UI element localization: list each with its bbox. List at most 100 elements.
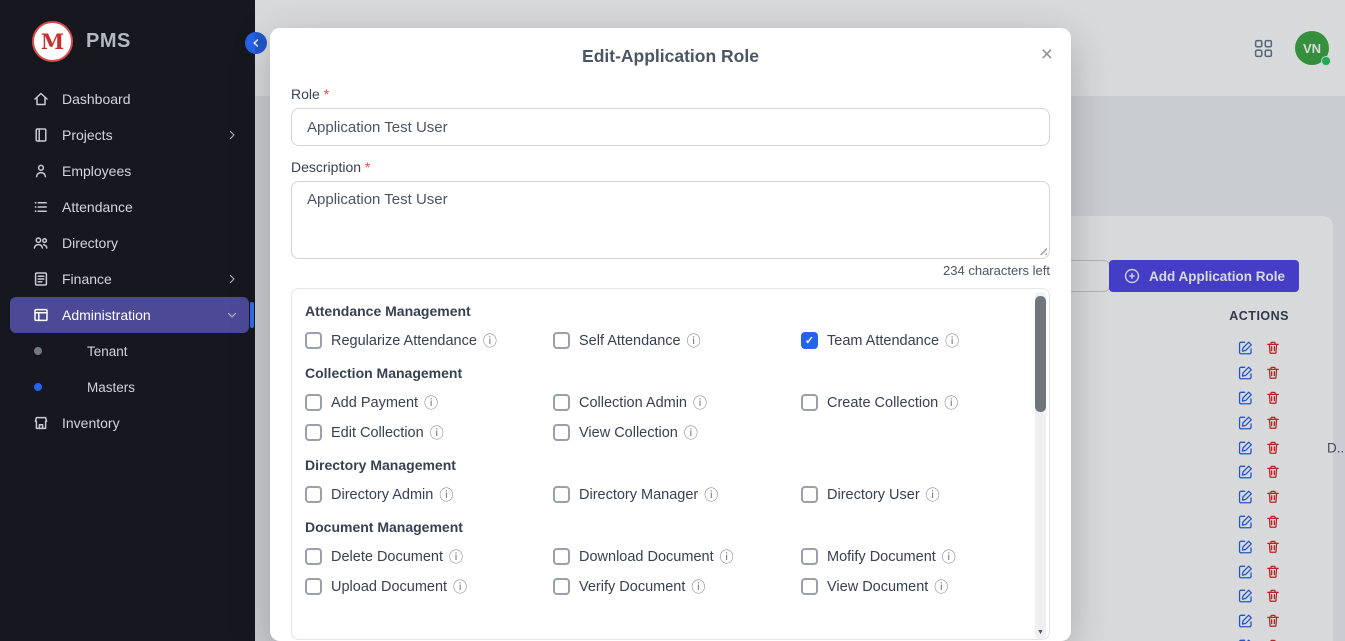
scrollbar-thumb[interactable] xyxy=(1035,296,1046,412)
permission-upload-document[interactable]: Upload Documentⓘ xyxy=(305,578,553,595)
employees-icon xyxy=(32,162,50,180)
permission-download-document[interactable]: Download Document ⓘ xyxy=(553,548,801,565)
sidebar-item-label: Employees xyxy=(62,163,131,179)
permission-team-attendance[interactable]: ✓ Team Attendance ⓘ xyxy=(801,332,1019,349)
checkbox[interactable] xyxy=(305,394,322,411)
permission-label: Verify Document xyxy=(579,579,685,595)
scrollbar-down-arrow[interactable]: ▼ xyxy=(1035,629,1046,636)
sidebar-item-administration[interactable]: Administration xyxy=(10,297,249,333)
checkbox[interactable] xyxy=(553,548,570,565)
checkbox[interactable] xyxy=(553,486,570,503)
inventory-icon xyxy=(32,414,50,432)
permission-section-title: Document Management xyxy=(305,519,1019,535)
permission-collection-admin[interactable]: Collection Adminⓘ xyxy=(553,394,801,411)
sidebar-item-attendance[interactable]: Attendance xyxy=(0,189,255,225)
info-icon: ⓘ xyxy=(704,488,718,502)
required-marker: * xyxy=(324,86,329,102)
permission-add-payment[interactable]: Add Payment ⓘ xyxy=(305,394,553,411)
permission-label: Directory Admin xyxy=(331,487,433,503)
checkbox[interactable]: ✓ xyxy=(801,332,818,349)
sidebar-item-finance[interactable]: Finance xyxy=(0,261,255,297)
close-icon[interactable]: × xyxy=(1037,40,1057,69)
permission-grid: Delete DocumentⓘDownload DocumentⓘMofify… xyxy=(305,548,1019,595)
info-icon: ⓘ xyxy=(926,488,940,502)
sidebar-subitem-tenant[interactable]: Tenant xyxy=(0,333,255,369)
permission-label: Edit Collection xyxy=(331,425,424,441)
sidebar-item-employees[interactable]: Employees xyxy=(0,153,255,189)
sidebar-item-projects[interactable]: Projects xyxy=(0,117,255,153)
checkbox[interactable] xyxy=(305,578,322,595)
permission-label: Delete Document xyxy=(331,549,443,565)
permission-view-collection[interactable]: View Collection ⓘ xyxy=(553,424,801,441)
info-icon: ⓘ xyxy=(720,550,734,564)
sidebar-item-label: Projects xyxy=(62,127,113,143)
role-input[interactable] xyxy=(291,108,1050,146)
permission-label: Self Attendance xyxy=(579,333,681,349)
permission-label: Add Payment xyxy=(331,395,418,411)
permission-directory-manager[interactable]: Directory Manager ⓘ xyxy=(553,486,801,503)
finance-icon xyxy=(32,270,50,288)
permission-create-collection[interactable]: Create Collectionⓘ xyxy=(801,394,1019,411)
permission-directory-admin[interactable]: Directory Admin ⓘ xyxy=(305,486,553,503)
sidebar-nav: Dashboard Projects Employees Attendance Dire… xyxy=(0,81,255,441)
permission-label: Team Attendance xyxy=(827,333,939,349)
checkbox[interactable] xyxy=(553,578,570,595)
permission-label: Directory Manager xyxy=(579,487,698,503)
permission-label: Collection Admin xyxy=(579,395,687,411)
info-icon: ⓘ xyxy=(687,334,701,348)
info-icon: ⓘ xyxy=(684,426,698,440)
projects-icon xyxy=(32,126,50,144)
app-logo: M xyxy=(32,21,73,62)
permission-regularize-attendance[interactable]: Regularize Attendance ⓘ xyxy=(305,332,553,349)
sidebar-item-inventory[interactable]: Inventory xyxy=(0,405,255,441)
role-label: Role * xyxy=(291,86,1050,102)
permission-verify-document[interactable]: Verify Document ⓘ xyxy=(553,578,801,595)
info-icon: ⓘ xyxy=(942,550,956,564)
info-icon: ⓘ xyxy=(691,580,705,594)
permission-label: Download Document xyxy=(579,549,714,565)
permission-view-document[interactable]: View Documentⓘ xyxy=(801,578,1019,595)
permission-edit-collection[interactable]: Edit Collectionⓘ xyxy=(305,424,553,441)
permission-mofify-document[interactable]: Mofify Documentⓘ xyxy=(801,548,1019,565)
checkbox[interactable] xyxy=(801,578,818,595)
checkbox[interactable] xyxy=(801,486,818,503)
info-icon: ⓘ xyxy=(449,550,463,564)
chevron-right-icon xyxy=(225,272,239,286)
required-marker: * xyxy=(365,159,370,175)
permission-label: Regularize Attendance xyxy=(331,333,477,349)
chevron-down-icon xyxy=(225,308,239,322)
sidebar-item-label: Attendance xyxy=(62,199,133,215)
info-icon: ⓘ xyxy=(453,580,467,594)
description-textarea[interactable]: Application Test User xyxy=(291,181,1050,259)
sidebar-item-directory[interactable]: Directory xyxy=(0,225,255,261)
info-icon: ⓘ xyxy=(424,396,438,410)
permission-grid: Regularize Attendance ⓘ Self Attendance ⓘ ✓ T… xyxy=(305,332,1019,349)
checkbox[interactable] xyxy=(305,332,322,349)
permission-label: View Document xyxy=(827,579,928,595)
checkbox[interactable] xyxy=(553,332,570,349)
sidebar-item-label: Dashboard xyxy=(62,91,131,107)
checkbox[interactable] xyxy=(553,394,570,411)
chevron-right-icon xyxy=(225,128,239,142)
info-icon: ⓘ xyxy=(483,334,497,348)
permission-self-attendance[interactable]: Self Attendance ⓘ xyxy=(553,332,801,349)
checkbox[interactable] xyxy=(305,424,322,441)
checkbox[interactable] xyxy=(801,548,818,565)
modal-title: Edit-Application Role xyxy=(270,44,1071,68)
sidebar-subitem-masters[interactable]: Masters xyxy=(0,369,255,405)
sidebar-item-dashboard[interactable]: Dashboard xyxy=(0,81,255,117)
sidebar-item-label: Directory xyxy=(62,235,118,251)
permission-grid: Add PaymentⓘCollection AdminⓘCreate Coll… xyxy=(305,394,1019,441)
checkbox[interactable] xyxy=(305,486,322,503)
info-icon: ⓘ xyxy=(439,488,453,502)
permission-directory-user[interactable]: Directory User ⓘ xyxy=(801,486,1019,503)
checkbox[interactable] xyxy=(305,548,322,565)
checkbox[interactable] xyxy=(553,424,570,441)
permission-label: Directory User xyxy=(827,487,920,503)
checkbox[interactable] xyxy=(801,394,818,411)
permission-label: View Collection xyxy=(579,425,678,441)
administration-icon xyxy=(32,306,50,324)
scrollbar[interactable]: ▼ xyxy=(1035,292,1046,639)
info-icon: ⓘ xyxy=(945,334,959,348)
permission-delete-document[interactable]: Delete Document ⓘ xyxy=(305,548,553,565)
